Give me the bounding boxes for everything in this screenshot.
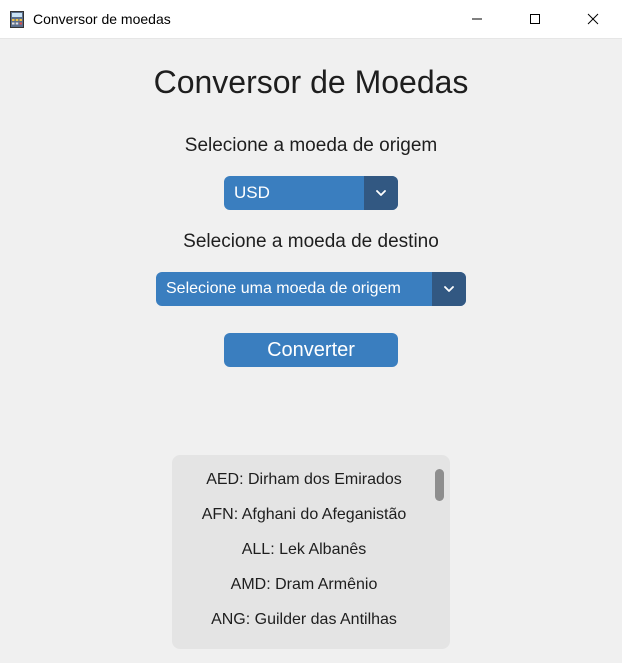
minimize-button[interactable] <box>454 0 500 38</box>
list-item[interactable]: ANG: Guilder das Antilhas <box>172 611 436 629</box>
window-title: Conversor de moedas <box>33 11 171 27</box>
origin-dropdown-button[interactable] <box>364 176 398 210</box>
origin-currency-value: USD <box>234 183 270 202</box>
destination-currency-label: Selecione a moeda de destino <box>183 231 439 252</box>
minimize-icon <box>472 18 482 20</box>
close-button[interactable] <box>570 0 616 38</box>
destination-dropdown-button[interactable] <box>432 272 466 306</box>
origin-currency-label: Selecione a moeda de origem <box>184 135 438 156</box>
calculator-app-icon <box>10 11 24 28</box>
currency-list[interactable]: AED: Dirham dos Emirados AFN: Afghani do… <box>172 455 450 649</box>
list-item[interactable]: ALL: Lek Albanês <box>172 541 436 559</box>
title-bar: Conversor de moedas <box>0 0 622 39</box>
close-icon <box>587 13 599 25</box>
scrollbar-thumb[interactable] <box>435 469 444 501</box>
convert-button[interactable]: Converter <box>224 333 398 367</box>
list-item[interactable]: AFN: Afghani do Afeganistão <box>172 506 436 524</box>
chevron-down-icon <box>444 286 454 292</box>
list-item[interactable]: AMD: Dram Armênio <box>172 576 436 594</box>
chevron-down-icon <box>376 190 386 196</box>
maximize-icon <box>530 14 540 24</box>
destination-currency-select[interactable]: Selecione uma moeda de origem <box>156 272 466 306</box>
origin-currency-select[interactable]: USD <box>224 176 398 210</box>
page-title: Conversor de Moedas <box>153 64 469 100</box>
list-item[interactable]: AED: Dirham dos Emirados <box>172 471 436 489</box>
destination-currency-value: Selecione uma moeda de origem <box>166 280 401 297</box>
maximize-button[interactable] <box>512 0 558 38</box>
